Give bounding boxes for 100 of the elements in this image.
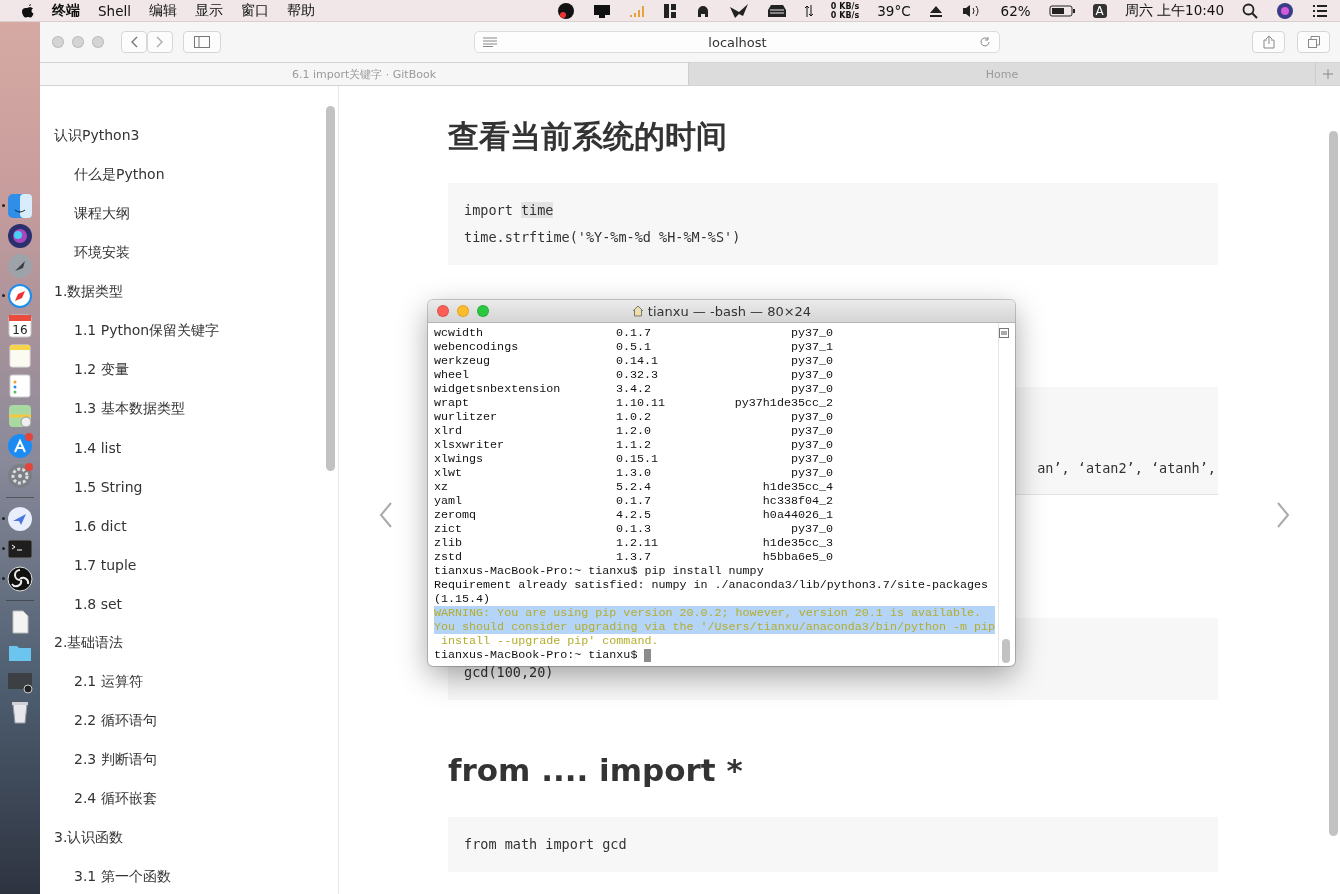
chevron-left-icon [379, 501, 393, 528]
menu-item[interactable]: 帮助 [286, 1, 315, 20]
terminal-text: 0.1.7 [616, 494, 653, 508]
terminal-text: wurlitzer [434, 410, 499, 424]
scrollbar-thumb[interactable] [326, 106, 335, 471]
map-icon[interactable] [6, 402, 34, 430]
text-cursor [644, 648, 652, 662]
terminal-text: xlsxwriter [434, 438, 506, 452]
sidebar-link[interactable]: 1.7 tuple [40, 545, 323, 584]
terminal-text: WARNING: You are using pip version 20.0.2; however, version 20.1 is available. [434, 606, 995, 620]
sidebar-link[interactable]: 什么是Python [40, 155, 323, 194]
forward-icon [156, 36, 164, 48]
share-button[interactable] [1252, 31, 1285, 53]
code-text: from math import gcd [464, 836, 627, 852]
compass-icon[interactable] [6, 282, 34, 310]
tabs-button[interactable] [1297, 31, 1330, 53]
back-icon [130, 36, 138, 48]
sidebar-button[interactable] [183, 31, 221, 53]
sidebar-link[interactable]: 1.6 dict [40, 506, 323, 545]
scrollbar-thumb[interactable] [1329, 131, 1338, 836]
menu-item[interactable]: 编辑 [148, 1, 177, 20]
terminal-text: 0.15.1 [616, 452, 660, 466]
terminal-text: 1.2.0 [616, 424, 653, 438]
close-button[interactable] [52, 36, 64, 48]
terminal-text: webencodings [434, 340, 520, 354]
back-button[interactable] [121, 31, 147, 53]
sidebar-link[interactable]: 3.1 第一个函数 [40, 857, 323, 894]
terminal-text: 5.2.4 [616, 480, 653, 494]
battery-percent: 62% [1000, 2, 1031, 19]
menu-item[interactable]: 显示 [194, 1, 223, 20]
calendar-icon[interactable]: 16 [6, 312, 34, 340]
sidebar-link[interactable]: 2.1 运算符 [40, 662, 323, 701]
gear-icon[interactable] [6, 462, 34, 490]
house-icon [631, 305, 644, 317]
sidebar-link[interactable]: 课程大纲 [40, 194, 323, 233]
minimize-button[interactable] [457, 305, 469, 317]
terminal-text: py37_1 [790, 340, 833, 354]
terminal-text: hc338f04_2 [762, 494, 833, 508]
sidebar-link[interactable]: 3.认识函数 [40, 818, 323, 857]
zoom-button[interactable] [92, 36, 104, 48]
terminal-text: py37_0 [790, 424, 833, 438]
sidebar-link[interactable]: 2.2 循环语句 [40, 701, 323, 740]
sidebar-link[interactable]: 环境安装 [40, 233, 323, 272]
sidebar-link[interactable]: 2.基础语法 [40, 623, 323, 662]
terminal-text: xlwings [434, 452, 485, 466]
notepad-icon[interactable] [6, 342, 34, 370]
terminal-text: (1.15.4) [434, 592, 492, 606]
terminal-text: install --upgrade pip' command. [440, 634, 660, 648]
address-field[interactable]: localhost [473, 31, 1000, 53]
reload-icon [978, 36, 991, 48]
sidebar-link[interactable]: 1.1 Python保留关键字 [40, 311, 323, 350]
share-icon [1262, 35, 1275, 49]
split-pane-icon [999, 328, 1009, 338]
scrollbar-thumb[interactable] [1002, 639, 1010, 663]
sidebar-link[interactable]: 1.5 String [40, 467, 323, 506]
menu-item[interactable]: 窗口 [240, 1, 269, 20]
input-source[interactable]: A [1092, 3, 1107, 18]
terminal-text: 0.5.1 [616, 340, 653, 354]
terminal-text: py37_0 [790, 326, 833, 340]
terminal-text: 0.32.3 [616, 368, 660, 382]
menu-title[interactable]: 终端 [52, 1, 80, 20]
sidebar-link[interactable]: 1.4 list [40, 428, 323, 467]
terminal-text: 4.2.5 [616, 508, 653, 522]
code-text: gcd(100,20) [464, 664, 554, 680]
monitor-icon [592, 2, 611, 19]
sidebar-link[interactable]: 1.2 变量 [40, 350, 323, 389]
sidebar-link[interactable]: 2.3 判断语句 [40, 740, 323, 779]
sidebar-link[interactable]: 1.数据类型 [40, 272, 323, 311]
orb-icon[interactable] [6, 222, 34, 250]
rocket-icon[interactable] [6, 252, 34, 280]
terminal-text: tianxus-MacBook-Pro:~ tianxu$ [434, 648, 638, 662]
sidebar-link[interactable]: 1.3 基本数据类型 [40, 389, 323, 428]
terminal-text: 3.4.2 [616, 382, 653, 396]
section-heading: from .... import * [448, 751, 744, 790]
new-tab-button[interactable] [1316, 63, 1340, 85]
sidebar-link[interactable]: 2.4 循环嵌套 [40, 779, 323, 818]
code-text: time.strftime('%Y-%m-%d %H-%M-%S') [464, 229, 741, 245]
battery-icon [1048, 4, 1075, 17]
terminal-text: yaml [434, 494, 464, 508]
menu-item[interactable]: Shell [98, 2, 131, 19]
zoom-button[interactable] [477, 305, 489, 317]
terminal-text: widgetsnbextension [434, 382, 562, 396]
close-button[interactable] [437, 305, 449, 317]
terminal-text: py37_0 [790, 452, 833, 466]
signal-icon [628, 3, 645, 18]
terminal-text: 1.3.0 [616, 466, 653, 480]
terminal-text: 1.2.11 [616, 536, 660, 550]
terminal-text: py37_0 [790, 382, 833, 396]
menu-clock[interactable]: 周六 上午10:40 [1124, 1, 1224, 20]
terminal-text: zict [434, 522, 464, 536]
checklist-icon[interactable] [6, 372, 34, 400]
terminal-text: 1.0.2 [616, 410, 653, 424]
reader-icon [482, 37, 497, 47]
terminal-text: 1.1.2 [616, 438, 653, 452]
minimize-button[interactable] [72, 36, 84, 48]
terminal-text: zlib [434, 536, 464, 550]
terminal-text: 0.1.7 [616, 326, 653, 340]
sidebar-link[interactable]: 认识Python3 [40, 116, 323, 155]
chevron-right-icon [1276, 501, 1290, 528]
sidebar-link[interactable]: 1.8 set [40, 584, 323, 623]
